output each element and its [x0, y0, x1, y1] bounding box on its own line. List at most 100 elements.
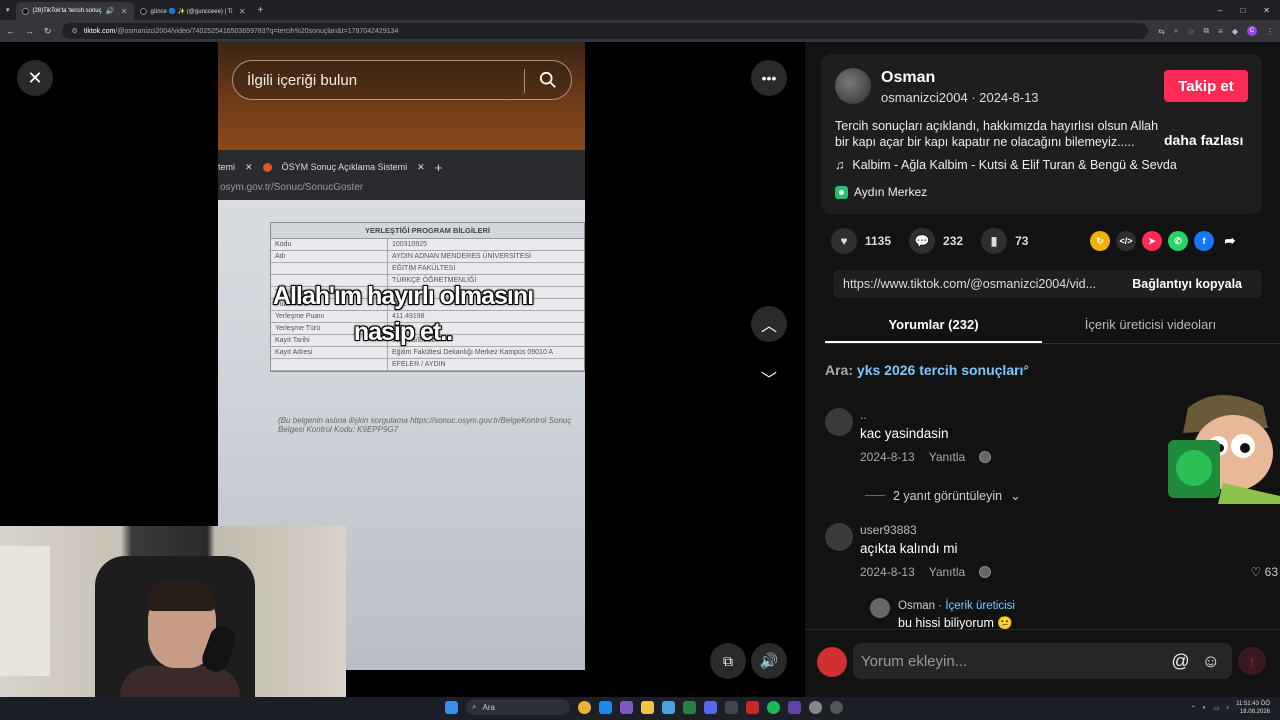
- heart-icon[interactable]: ♥: [831, 228, 857, 254]
- minimize-button[interactable]: –: [1218, 6, 1222, 15]
- commenter-name[interactable]: user93883: [860, 523, 917, 537]
- comment-date: 2024-8-13: [860, 565, 915, 579]
- embed-icon[interactable]: </>: [1116, 231, 1136, 251]
- comment-input[interactable]: Yorum ekleyin... @ ☺: [853, 643, 1232, 679]
- reply-button[interactable]: Yanıtla: [929, 565, 965, 579]
- commenter-avatar[interactable]: [825, 408, 853, 436]
- location-tag[interactable]: Aydın Merkez: [835, 182, 935, 202]
- chrome-icon[interactable]: [578, 700, 591, 714]
- network-icon[interactable]: ◐: [1203, 705, 1207, 711]
- bookmark-icon[interactable]: ▮: [981, 228, 1008, 254]
- translate-icon[interactable]: ⇆: [1158, 27, 1165, 36]
- copy-link-button[interactable]: Bağlantıyı kopyala: [1112, 277, 1262, 291]
- table-value: 100310925: [392, 241, 428, 248]
- speaker-icon[interactable]: 🔊: [106, 7, 115, 15]
- reaction-emoji-icon[interactable]: [979, 566, 992, 578]
- creator-name[interactable]: Osman: [898, 600, 935, 612]
- address-bar[interactable]: ⚙ tiktok.com/@osmanizci2004/video/740252…: [61, 23, 1149, 39]
- share-arrow-icon[interactable]: ➦: [1220, 231, 1240, 251]
- maximize-button[interactable]: □: [1240, 6, 1245, 15]
- app-icon[interactable]: [725, 700, 738, 714]
- app-icon[interactable]: [620, 700, 633, 714]
- search-icon[interactable]: [539, 71, 557, 89]
- bookmark-star-icon[interactable]: ☆: [1187, 27, 1194, 36]
- reload-icon[interactable]: ↻: [44, 26, 52, 37]
- browser-tab-profile[interactable]: günce 🔵 ✨ (@guncceee) | Ti ✕: [134, 2, 252, 20]
- suggest-query[interactable]: yks 2026 tercih sonuçları: [857, 362, 1024, 378]
- video-link[interactable]: https://www.tiktok.com/@osmanizci2004/vi…: [833, 277, 1112, 291]
- extension-icon[interactable]: ◆: [1232, 27, 1238, 36]
- send-icon[interactable]: ➤: [1142, 231, 1162, 251]
- taskbar-search[interactable]: ⌕ Ara: [466, 699, 570, 715]
- close-tab-icon[interactable]: ✕: [121, 7, 128, 16]
- repost-icon[interactable]: ↻: [1090, 231, 1110, 251]
- app-icon[interactable]: [683, 700, 696, 714]
- related-search-bar[interactable]: İlgili içeriği bulun: [232, 60, 572, 100]
- previous-video-button[interactable]: ︿: [751, 306, 787, 342]
- reply-button[interactable]: Yanıtla: [929, 450, 965, 464]
- table-row: Kodu 100310925: [271, 239, 584, 251]
- author-name[interactable]: Osman: [881, 69, 935, 87]
- comment-icon[interactable]: 💬: [909, 228, 936, 254]
- os-taskbar: ⌕ Ara ⌃ ◐ ▭ ♪ 11:51:43 ÖÖ 18.08.2026: [0, 697, 1280, 720]
- creator-avatar[interactable]: [870, 598, 890, 618]
- start-menu-icon[interactable]: [445, 700, 458, 714]
- extension-icon[interactable]: ≡: [1218, 27, 1223, 36]
- volume-icon[interactable]: 🔊: [751, 643, 787, 679]
- new-tab-button[interactable]: +: [258, 5, 264, 16]
- discord-icon[interactable]: [704, 700, 717, 714]
- author-avatar[interactable]: [835, 68, 871, 104]
- app-icon[interactable]: [788, 700, 801, 714]
- back-icon[interactable]: ←: [6, 26, 15, 36]
- volume-icon[interactable]: ♪: [1226, 705, 1229, 711]
- save-stat[interactable]: ▮ 73: [981, 228, 1028, 254]
- extensions-icon[interactable]: ⧉: [1203, 26, 1209, 36]
- follow-button[interactable]: Takip et: [1164, 70, 1248, 102]
- comment-stat[interactable]: 💬 232: [909, 228, 963, 254]
- spotify-icon[interactable]: [767, 700, 780, 714]
- next-video-button[interactable]: ﹀: [751, 360, 787, 396]
- comment-search-suggestion[interactable]: Ara: yks 2026 tercih sonuçları⌕: [825, 362, 1029, 378]
- heart-outline-icon[interactable]: ♡: [1251, 565, 1262, 579]
- tray-chevron-icon[interactable]: ⌃: [1191, 705, 1196, 712]
- close-window-button[interactable]: ✕: [1263, 6, 1270, 15]
- zoom-icon[interactable]: ⌕: [1174, 26, 1178, 36]
- browser-tab-tiktok[interactable]: (28)TikTok'ta 'tercih sonuç 🔊 ✕: [15, 2, 134, 20]
- menu-icon[interactable]: ⋮: [1266, 27, 1274, 36]
- emoji-icon[interactable]: ☺: [1202, 651, 1220, 672]
- app-icon[interactable]: [746, 700, 759, 714]
- close-video-button[interactable]: ✕: [17, 60, 53, 96]
- view-replies-button[interactable]: 2 yanıt görüntüleyin ⌄: [865, 488, 1021, 504]
- commenter-avatar[interactable]: [825, 523, 853, 551]
- close-tab-icon[interactable]: ✕: [239, 7, 246, 16]
- caption-line: Allah'ım hayırlı olmasını: [272, 282, 534, 310]
- tab-comments[interactable]: Yorumlar (232): [825, 308, 1042, 343]
- battery-icon[interactable]: ▭: [1213, 705, 1219, 712]
- obs-icon[interactable]: [830, 700, 843, 714]
- file-explorer-icon[interactable]: [641, 700, 654, 714]
- forward-icon[interactable]: →: [25, 26, 34, 36]
- tab-list-icon[interactable]: ▾: [0, 6, 16, 14]
- clock[interactable]: 11:51:43 ÖÖ 18.08.2026: [1236, 700, 1270, 716]
- music-row[interactable]: ♫ Kalbim - Ağla Kalbim - Kutsi & Elif Tu…: [835, 158, 1177, 172]
- reaction-emoji-icon[interactable]: [979, 451, 992, 463]
- whatsapp-icon[interactable]: ✆: [1168, 231, 1188, 251]
- app-icon[interactable]: [809, 700, 822, 714]
- table-key: [271, 263, 388, 274]
- send-comment-button[interactable]: ↑: [1238, 647, 1266, 675]
- more-options-icon[interactable]: •••: [751, 60, 787, 96]
- table-row: EFELER / AYDIN: [271, 359, 584, 371]
- app-icon[interactable]: [662, 700, 675, 714]
- mini-player-icon[interactable]: ⧉: [710, 643, 746, 679]
- tab-creator-videos[interactable]: İçerik üreticisi videoları: [1042, 308, 1259, 343]
- see-more-button[interactable]: daha fazlası: [1164, 132, 1243, 148]
- comment-like[interactable]: ♡ 63: [1251, 565, 1278, 579]
- profile-avatar-icon[interactable]: C: [1247, 26, 1257, 36]
- current-user-avatar[interactable]: [817, 647, 847, 677]
- facebook-icon[interactable]: f: [1194, 231, 1214, 251]
- commenter-name[interactable]: ..: [860, 408, 867, 422]
- edge-icon[interactable]: [599, 700, 612, 714]
- mention-icon[interactable]: @: [1171, 651, 1189, 672]
- like-stat[interactable]: ♥ 1135: [831, 228, 891, 254]
- site-info-icon[interactable]: ⚙: [72, 27, 78, 35]
